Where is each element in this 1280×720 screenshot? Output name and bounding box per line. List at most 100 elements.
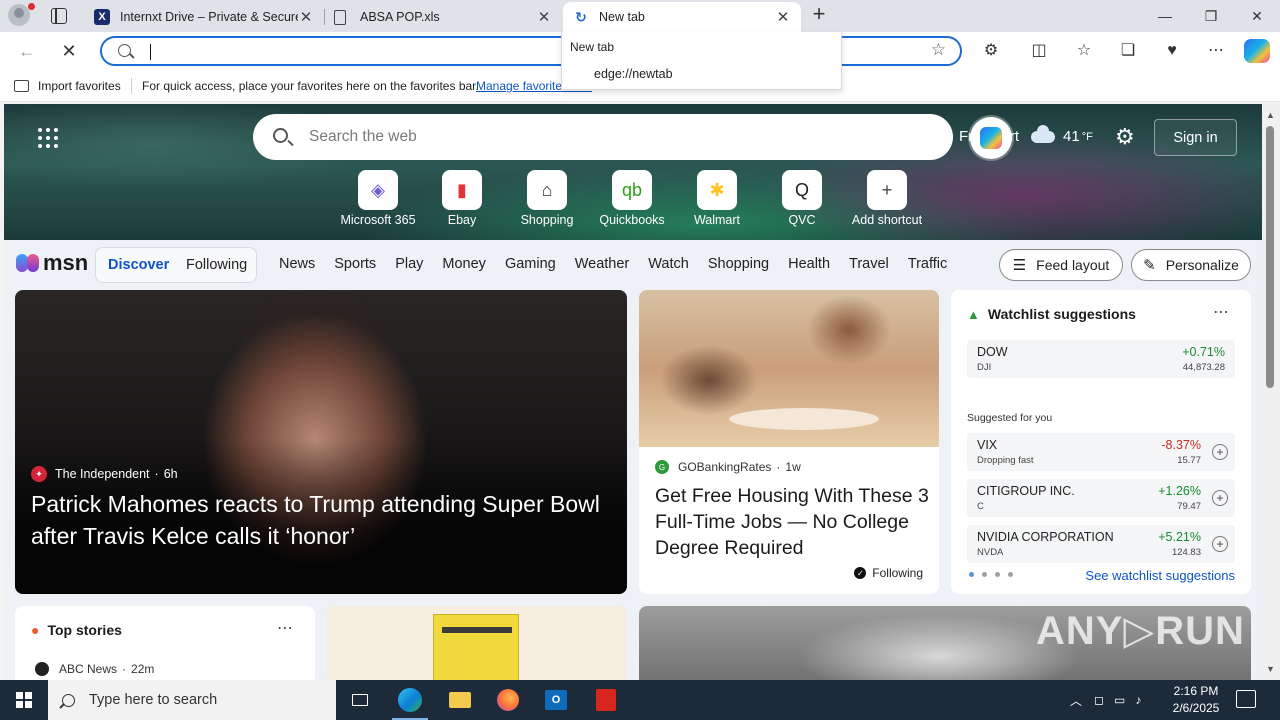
story-source: G GOBankingRates · 1w — [655, 460, 801, 474]
tab-new-tab[interactable]: ↻ New tab ✕ — [563, 2, 801, 32]
outlook-icon[interactable]: O — [532, 680, 580, 720]
extensions-icon[interactable]: ⚙ — [979, 40, 1003, 62]
copilot-icon[interactable] — [1244, 39, 1270, 63]
shortcut-qvc[interactable]: Q QVC — [762, 170, 842, 227]
add-to-watchlist-icon[interactable]: + — [1212, 490, 1228, 506]
tab-close-button[interactable]: ✕ — [775, 8, 791, 26]
add-to-watchlist-icon[interactable]: + — [1212, 536, 1228, 552]
shortcut-shopping[interactable]: ⌂ Shopping — [507, 170, 587, 227]
nav-link-watch[interactable]: Watch — [648, 256, 689, 272]
back-button[interactable]: ← — [16, 40, 38, 62]
tab-actions-icon[interactable] — [51, 8, 67, 24]
weather-unit: °F — [1081, 130, 1093, 143]
housing-story-card[interactable]: G GOBankingRates · 1w Get Free Housing W… — [639, 290, 939, 594]
msn-nav-links: News Sports Play Money Gaming Weather Watch Sho… — [279, 256, 951, 272]
task-view-icon[interactable] — [336, 680, 384, 720]
app-launcher-icon[interactable] — [38, 128, 58, 148]
feed-layout-button[interactable]: ☰ Feed layout — [999, 249, 1123, 281]
tab-absa-pop[interactable]: ABSA POP.xls ✕ — [324, 2, 562, 32]
nav-link-money[interactable]: Money — [442, 256, 486, 272]
tab-following[interactable]: Following — [186, 257, 247, 273]
nav-link-gaming[interactable]: Gaming — [505, 256, 556, 272]
page-settings-icon[interactable]: ⚙ — [1115, 126, 1137, 148]
carousel-dots[interactable] — [969, 572, 1013, 577]
edge-taskbar-icon[interactable] — [386, 680, 434, 720]
nav-link-news[interactable]: News — [279, 256, 315, 272]
meet-now-icon[interactable]: ◻ — [1094, 693, 1104, 707]
scroll-thumb[interactable] — [1266, 126, 1274, 388]
tab-close-button[interactable]: ✕ — [298, 8, 314, 26]
collections-icon[interactable]: ❏ — [1116, 40, 1140, 62]
stock-name: CITIGROUP INC. — [977, 484, 1075, 498]
top-stories-title: ● Top stories — [31, 622, 122, 638]
notifications-icon[interactable] — [1236, 690, 1256, 708]
nav-link-weather[interactable]: Weather — [575, 256, 630, 272]
product-story-card[interactable] — [327, 606, 627, 680]
msn-logo[interactable]: msn — [16, 250, 88, 276]
main-headline[interactable]: Patrick Mahomes reacts to Trump attendin… — [31, 488, 601, 552]
nav-link-health[interactable]: Health — [788, 256, 830, 272]
favorites-icon[interactable]: ☆ — [1072, 40, 1096, 62]
story-age: 6h — [163, 467, 178, 481]
scroll-down-icon[interactable]: ▼ — [1266, 664, 1275, 674]
more-options-icon[interactable]: ⋯ — [277, 618, 293, 638]
page-scrollbar[interactable]: ▲ ▼ — [1262, 104, 1280, 680]
nav-link-sports[interactable]: Sports — [334, 256, 376, 272]
nav-link-shopping[interactable]: Shopping — [708, 256, 769, 272]
feed-toggle: Discover Following — [95, 247, 257, 283]
new-tab-button[interactable]: + — [808, 3, 830, 26]
shortcut-quickbooks[interactable]: qb Quickbooks — [592, 170, 672, 227]
address-input[interactable] — [148, 42, 548, 60]
close-window-button[interactable]: ✕ — [1234, 0, 1280, 32]
tab-close-button[interactable]: ✕ — [536, 8, 552, 26]
network-icon[interactable]: ▭ — [1114, 693, 1125, 707]
stock-row[interactable]: CITIGROUP INC. C +1.26% 79.47 + — [967, 479, 1235, 517]
shortcut-add-shortcut[interactable]: + Add shortcut — [847, 170, 927, 227]
file-explorer-icon[interactable] — [436, 680, 484, 720]
volume-icon[interactable]: ♪ — [1135, 693, 1141, 707]
tab-discover[interactable]: Discover — [108, 257, 169, 273]
profile-button[interactable] — [8, 3, 35, 28]
favorite-star-icon[interactable]: ☆ — [931, 40, 946, 60]
more-options-icon[interactable]: ⋯ — [1213, 302, 1229, 322]
restore-button[interactable]: ❐ — [1188, 0, 1234, 32]
split-screen-icon[interactable]: ◫ — [1027, 40, 1051, 62]
stop-loading-button[interactable]: ✕ — [58, 40, 80, 62]
shortcut-walmart[interactable]: ✱ Walmart — [677, 170, 757, 227]
stock-row-dow[interactable]: DOW DJI +0.71% 44,873.28 — [967, 340, 1235, 378]
start-button[interactable] — [0, 680, 48, 720]
personalize-button[interactable]: ✎ Personalize — [1131, 249, 1251, 281]
main-story-card[interactable]: ✦ The Independent · 6h Patrick Mahomes r… — [15, 290, 627, 594]
system-clock[interactable]: 2:16 PM 2/6/2025 — [1166, 683, 1226, 717]
shortcut-ebay[interactable]: ▮ Ebay — [422, 170, 502, 227]
suggestion-item[interactable]: edge://newtab — [594, 67, 673, 81]
scroll-up-icon[interactable]: ▲ — [1266, 110, 1275, 120]
shortcut-icon: ▮ — [442, 170, 482, 210]
copilot-orb-icon[interactable] — [970, 117, 1012, 159]
import-favorites-button[interactable]: Import favorites — [14, 79, 121, 93]
story-headline[interactable]: Get Free Housing With These 3 Full-Time … — [655, 483, 930, 561]
system-tray: ︿ ◻ ▭ ♪ — [1070, 680, 1141, 720]
settings-more-icon[interactable]: ⋯ — [1204, 40, 1228, 62]
hero-background: Search the web Frankfurt 41 °F ⚙ Sign in… — [4, 104, 1262, 240]
see-watchlist-link[interactable]: See watchlist suggestions — [1085, 568, 1235, 583]
minimize-button[interactable]: — — [1142, 0, 1188, 32]
anyrun-watermark: ANY▷RUN — [1036, 609, 1245, 653]
nav-link-travel[interactable]: Travel — [849, 256, 889, 272]
shortcut-microsoft-365[interactable]: ◈ Microsoft 365 — [338, 170, 418, 227]
tray-chevron-icon[interactable]: ︿ — [1070, 692, 1082, 709]
following-badge[interactable]: ✓ Following — [854, 566, 923, 580]
nav-link-traffic[interactable]: Traffic — [908, 256, 947, 272]
web-search-box[interactable]: Search the web — [253, 114, 953, 160]
stock-row[interactable]: VIX Dropping fast -8.37% 15.77 + — [967, 433, 1235, 471]
add-to-watchlist-icon[interactable]: + — [1212, 444, 1228, 460]
firefox-icon[interactable] — [484, 680, 532, 720]
sign-in-button[interactable]: Sign in — [1154, 119, 1237, 156]
stock-row[interactable]: NVIDIA CORPORATION NVDA +5.21% 124.83 + — [967, 525, 1235, 563]
tab-internxt[interactable]: X Internxt Drive – Private & Secure ✕ — [84, 2, 324, 32]
acrobat-icon[interactable] — [582, 680, 630, 720]
favorites-hint: For quick access, place your favorites h… — [142, 79, 479, 93]
taskbar-search[interactable]: Type here to search — [48, 680, 336, 720]
nav-link-play[interactable]: Play — [395, 256, 423, 272]
performance-icon[interactable]: ♥ — [1160, 40, 1184, 62]
